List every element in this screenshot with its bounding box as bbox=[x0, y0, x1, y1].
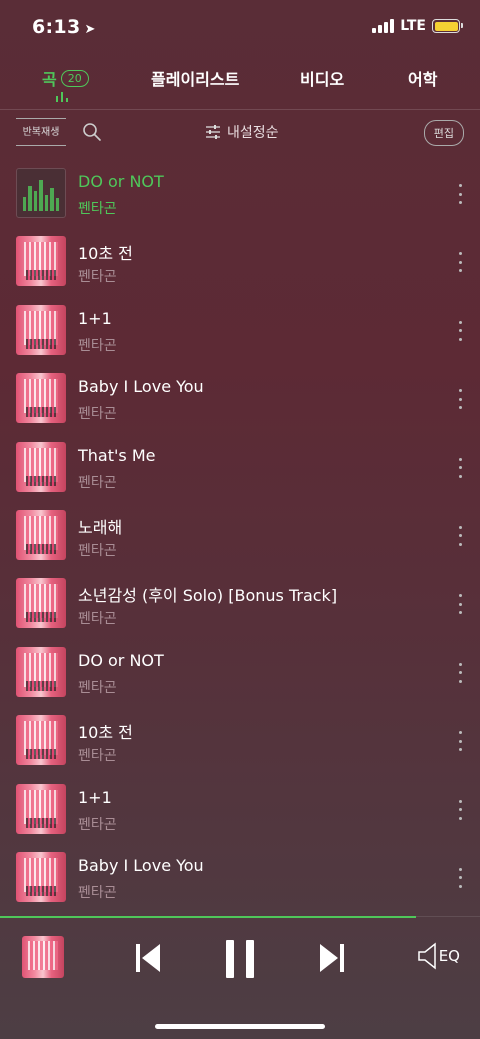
album-art bbox=[16, 646, 66, 697]
song-title: Baby I Love You bbox=[78, 377, 204, 397]
next-track-icon[interactable] bbox=[318, 940, 346, 976]
song-artist: 펜타곤 bbox=[78, 201, 117, 217]
album-art bbox=[16, 851, 66, 902]
location-arrow-icon: ➤ bbox=[84, 22, 96, 37]
speaker-icon bbox=[417, 942, 436, 970]
song-row[interactable]: Baby I Love You 펜타곤 bbox=[0, 844, 480, 912]
album-art bbox=[16, 304, 66, 355]
song-row[interactable]: DO or NOT 펜타곤 bbox=[0, 639, 480, 707]
cellular-signal-icon bbox=[372, 19, 395, 33]
song-title: 10초 전 bbox=[78, 244, 133, 264]
tab-songs[interactable]: 곡 20 bbox=[42, 66, 89, 90]
song-row[interactable]: 10초 전펜타곤 bbox=[0, 707, 480, 775]
song-title: 1+1 bbox=[78, 308, 112, 328]
sort-button[interactable]: 내설정순 bbox=[205, 122, 279, 142]
now-playing-album-art[interactable] bbox=[22, 936, 64, 978]
song-artist: 펜타곤 bbox=[78, 406, 117, 423]
category-tabs: 곡 20 플레이리스트 비디오 어학 bbox=[0, 60, 480, 110]
song-artist: 펜타곤 bbox=[78, 269, 117, 286]
song-row[interactable]: 노래해펜타곤 bbox=[0, 502, 480, 570]
song-artist: 펜타곤 bbox=[78, 679, 117, 696]
more-options-icon[interactable] bbox=[456, 662, 464, 683]
song-title: 노래해 bbox=[78, 517, 123, 537]
song-row[interactable]: 10초 전펜타곤 bbox=[0, 228, 480, 296]
tab-playlists[interactable]: 플레이리스트 bbox=[151, 66, 239, 90]
home-indicator[interactable] bbox=[155, 1024, 325, 1029]
song-artist: 펜타곤 bbox=[78, 816, 117, 833]
album-art bbox=[16, 441, 66, 492]
song-artist: 펜타곤 bbox=[78, 611, 117, 628]
network-type: LTE bbox=[400, 18, 426, 34]
song-count-badge: 20 bbox=[60, 69, 89, 87]
clock: 6:13 bbox=[32, 16, 81, 38]
tab-videos[interactable]: 비디오 bbox=[300, 66, 344, 90]
eq-button[interactable]: EQ bbox=[417, 942, 460, 970]
song-title: Baby I Love You bbox=[78, 855, 204, 875]
album-art bbox=[16, 509, 66, 560]
more-options-icon[interactable] bbox=[456, 731, 464, 752]
song-row[interactable]: 소년감성 (후이 Solo) [Bonus Track] 펜타곤 bbox=[0, 570, 480, 638]
sort-label: 내설정순 bbox=[227, 125, 279, 141]
song-title: DO or NOT bbox=[78, 172, 164, 191]
more-options-icon[interactable] bbox=[456, 184, 464, 204]
song-row[interactable]: That's Me 펜타곤 bbox=[0, 434, 480, 502]
song-row[interactable]: 1+1 펜타곤 bbox=[0, 776, 480, 844]
song-title: DO or NOT bbox=[78, 650, 164, 670]
song-title: That's Me bbox=[78, 445, 156, 465]
song-artist: 펜타곤 bbox=[78, 474, 117, 491]
album-art bbox=[16, 578, 66, 629]
album-art bbox=[16, 373, 66, 424]
more-options-icon[interactable] bbox=[456, 320, 464, 341]
progress-bar[interactable] bbox=[0, 916, 417, 918]
song-artist: 펜타곤 bbox=[78, 884, 117, 901]
album-art bbox=[16, 715, 66, 766]
song-artist: 펜타곤 bbox=[78, 542, 117, 559]
sliders-icon bbox=[206, 125, 220, 139]
album-art bbox=[16, 168, 66, 218]
more-options-icon[interactable] bbox=[456, 525, 464, 546]
previous-track-icon[interactable] bbox=[134, 940, 162, 976]
song-row[interactable]: Baby I Love You 펜타곤 bbox=[0, 365, 480, 433]
more-options-icon[interactable] bbox=[456, 799, 464, 820]
song-title: 소년감성 (후이 Solo) [Bonus Track] bbox=[78, 586, 338, 606]
eq-label: EQ bbox=[438, 947, 460, 965]
song-list: DO or NOT 펜타곤 10초 전 펜타곤 1+1 펜타곤 Baby I Love Yo… bbox=[0, 160, 480, 912]
more-options-icon[interactable] bbox=[456, 867, 464, 888]
tab-language[interactable]: 어학 bbox=[408, 66, 437, 90]
song-artist: 펜타곤 bbox=[78, 337, 117, 354]
list-toolbar: 반복재생 내설정순 편집 bbox=[0, 112, 480, 154]
album-art bbox=[16, 236, 66, 287]
more-options-icon[interactable] bbox=[456, 252, 464, 273]
status-bar: 6:13 ➤ LTE bbox=[0, 0, 480, 60]
mini-player: EQ bbox=[0, 920, 480, 1000]
song-title: 10초 전 bbox=[78, 723, 133, 743]
equalizer-indicator-icon bbox=[56, 92, 68, 102]
pause-icon[interactable] bbox=[224, 940, 256, 978]
tab-label: 곡 bbox=[42, 70, 57, 89]
song-artist: 펜타곤 bbox=[78, 748, 117, 765]
repeat-button[interactable]: 반복재생 bbox=[16, 118, 66, 146]
more-options-icon[interactable] bbox=[456, 389, 464, 410]
more-options-icon[interactable] bbox=[456, 457, 464, 478]
more-options-icon[interactable] bbox=[456, 594, 464, 615]
search-icon[interactable] bbox=[82, 122, 102, 142]
song-title: 1+1 bbox=[78, 787, 112, 807]
album-art bbox=[16, 783, 66, 834]
song-row[interactable]: DO or NOT 펜타곤 bbox=[0, 160, 480, 228]
battery-icon bbox=[432, 19, 463, 33]
edit-button[interactable]: 편집 bbox=[423, 120, 464, 146]
song-row[interactable]: 1+1 펜타곤 bbox=[0, 297, 480, 365]
